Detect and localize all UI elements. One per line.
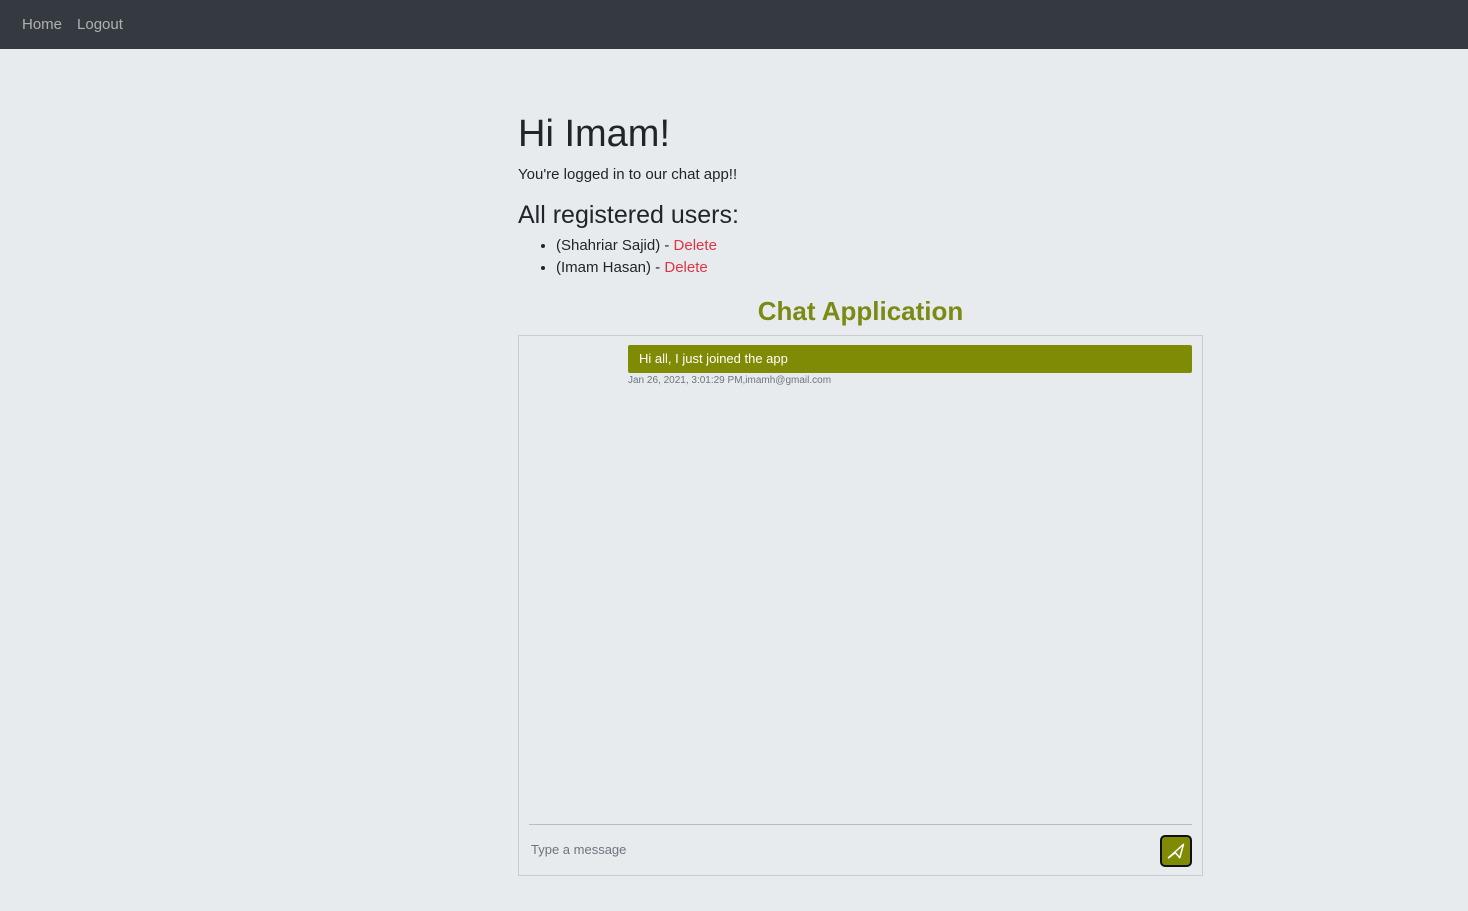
- login-status-text: You're logged in to our chat app!!: [518, 166, 738, 183]
- top-navbar: Home Logout: [0, 0, 1468, 49]
- delete-user-link[interactable]: Delete: [674, 237, 717, 254]
- chat-title: Chat Application: [757, 296, 964, 326]
- message-meta: Jan 26, 2021, 3:01:29 PM,imamh@gmail.com: [628, 375, 832, 386]
- message-composer: [529, 824, 1192, 871]
- message-bubble: Hi all, I just joined the app: [628, 345, 1192, 373]
- send-button[interactable]: [1160, 835, 1192, 867]
- users-list: (Shahriar Sajid) - Delete (Imam Hasan) -…: [518, 235, 1203, 279]
- nav-home-link[interactable]: Home: [22, 16, 62, 33]
- user-name: (Imam Hasan) -: [556, 259, 665, 276]
- user-name: (Shahriar Sajid) -: [556, 237, 674, 254]
- message-input[interactable]: [529, 841, 1160, 857]
- main-content: Hi Imam! You're logged in to our chat ap…: [518, 108, 1203, 328]
- users-heading: All registered users:: [518, 201, 739, 229]
- delete-user-link[interactable]: Delete: [664, 259, 707, 276]
- nav-logout-link[interactable]: Logout: [77, 16, 123, 33]
- chat-panel: Hi all, I just joined the app Jan 26, 20…: [518, 335, 1203, 876]
- user-list-item: (Imam Hasan) - Delete: [556, 257, 1203, 279]
- user-list-item: (Shahriar Sajid) - Delete: [556, 235, 1203, 257]
- page-title: Hi Imam!: [518, 113, 670, 155]
- chat-message: Hi all, I just joined the app Jan 26, 20…: [628, 345, 1192, 386]
- paper-plane-icon: [1167, 843, 1185, 859]
